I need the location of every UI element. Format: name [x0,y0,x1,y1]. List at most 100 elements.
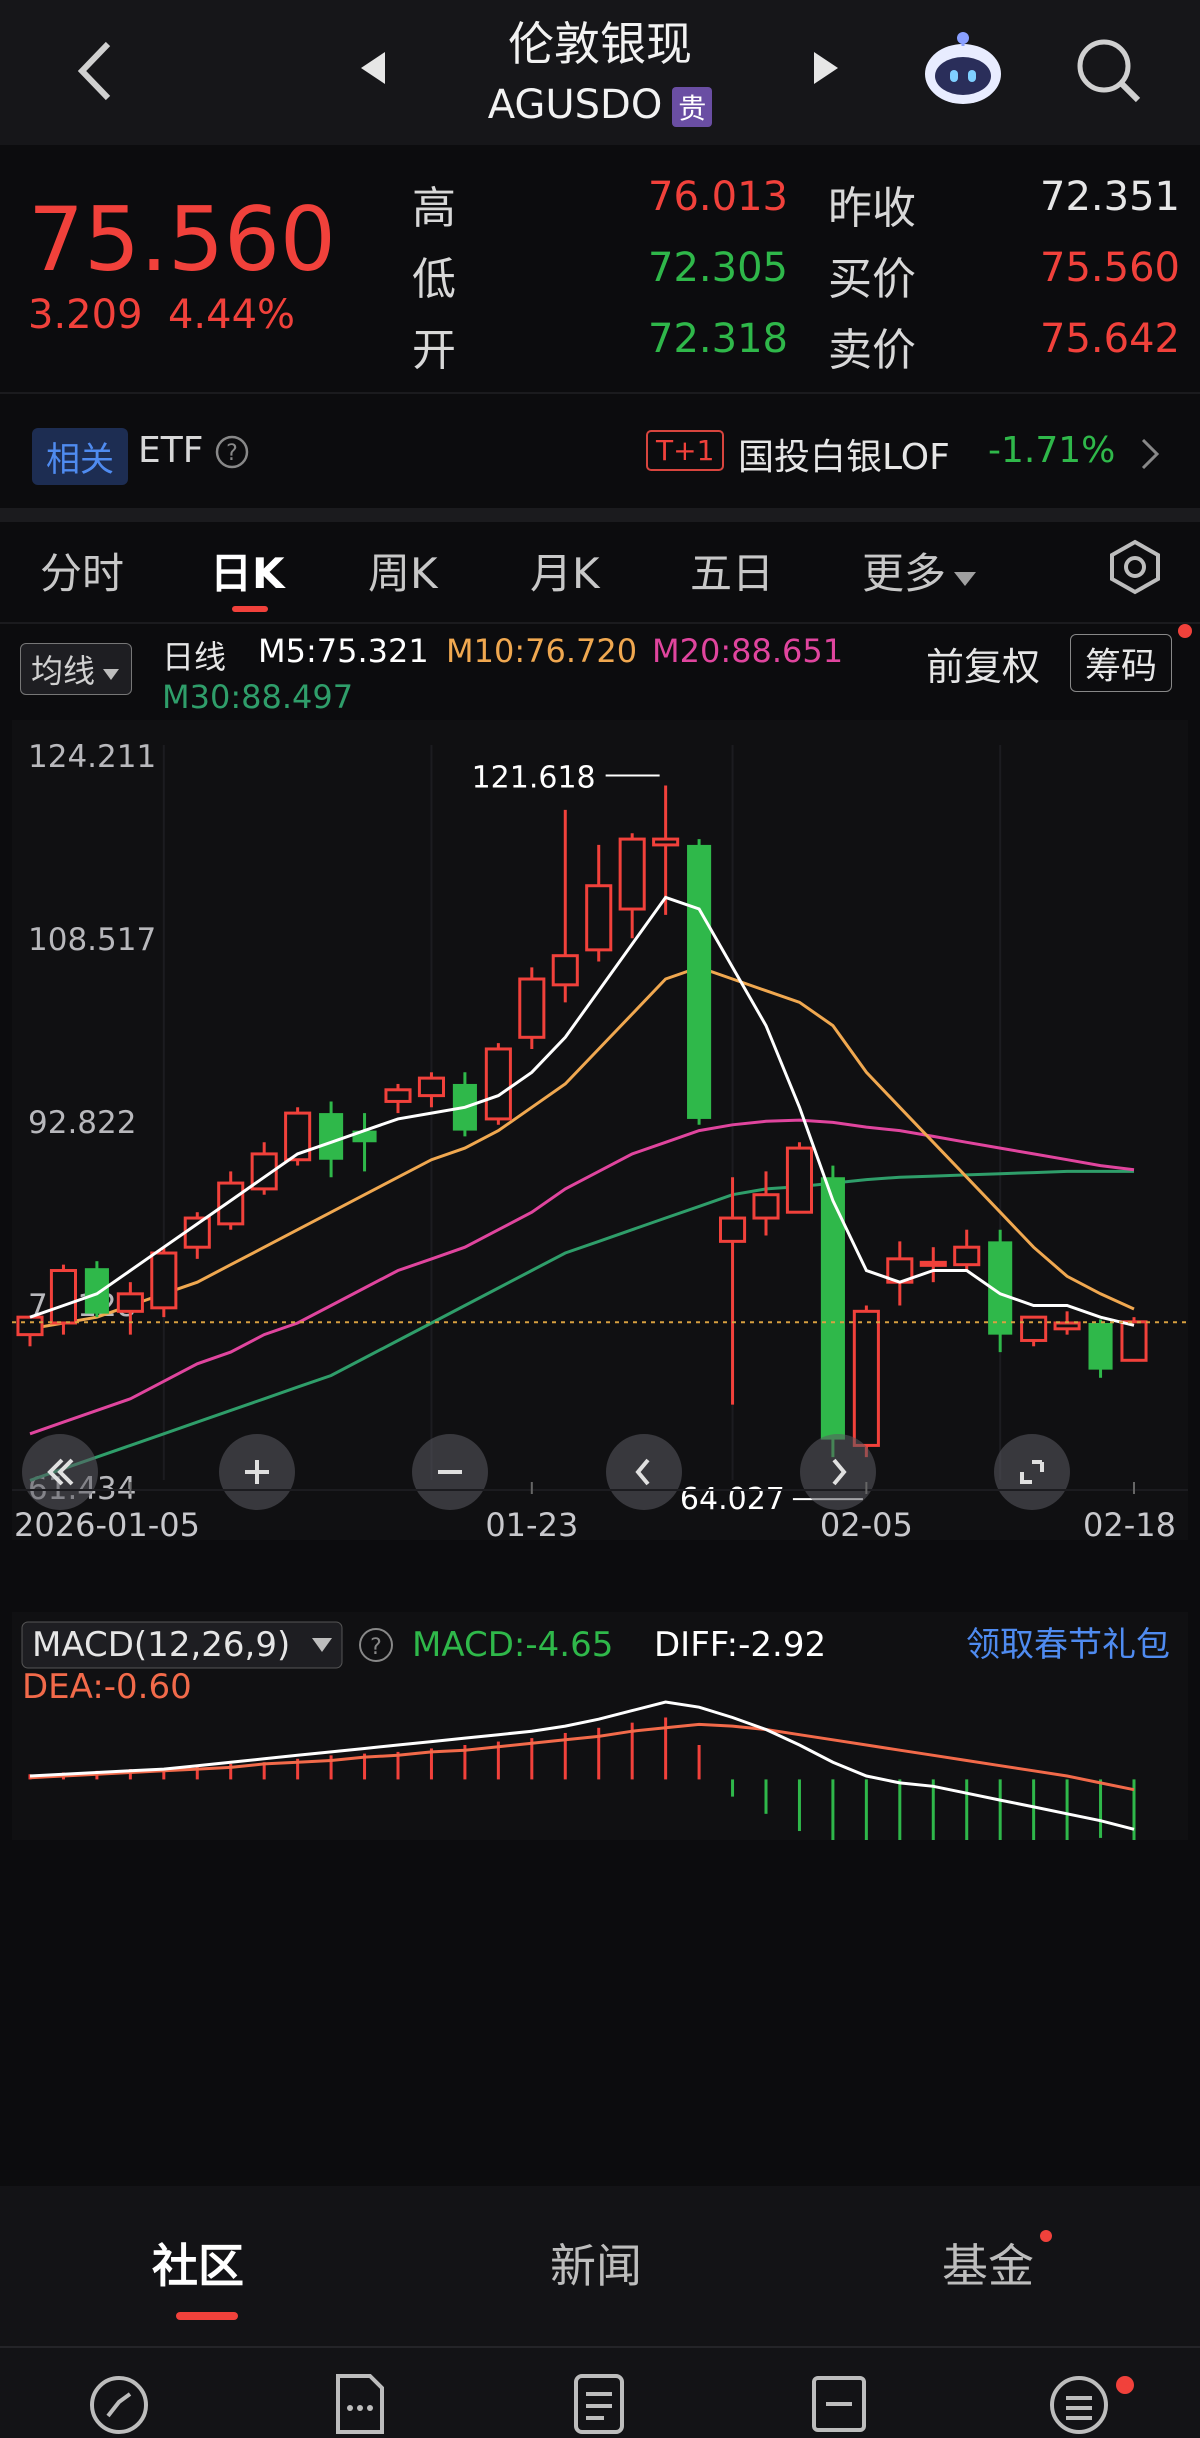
tab-monthly-k[interactable]: 月K [530,540,600,601]
chevron-right-icon[interactable] [1138,436,1162,472]
dea-value: DEA:-0.60 [22,1667,192,1707]
zoom-out-button[interactable] [412,1434,488,1510]
next-instrument-icon[interactable] [810,48,842,88]
x-tick-label: 02-05 [820,1506,913,1544]
macd-value: MACD:-4.65 [412,1625,613,1665]
candle-body [84,1268,109,1314]
scroll-right-button-bg [800,1434,876,1510]
candle-body [49,1269,77,1325]
instrument-symbol-row: AGUSDO 贵 [0,82,1200,128]
y-tick-label: 92.822 [28,1105,136,1141]
low-value: 72.305 [648,245,788,291]
ma-selector-label: 均线 [31,652,96,690]
scroll-left-button[interactable] [606,1434,682,1510]
candle-body [484,1047,512,1121]
change-percent: 4.44% [167,292,296,338]
notification-dot [1040,2230,1052,2242]
ma30-value: M30:88.497 [162,678,354,716]
box-icon[interactable] [806,2370,872,2436]
ask-label: 卖价 [828,325,916,376]
macd-selector-label: MACD(12,26,9) [32,1625,290,1665]
dropdown-triangle-icon [954,572,977,586]
market-icon[interactable] [86,2372,152,2438]
divider [0,622,1200,624]
etf-label[interactable]: ETF [138,430,203,471]
tab-daily-k[interactable]: 日K [210,540,285,601]
bid-label: 买价 [828,254,916,305]
candle-body [585,884,613,952]
tab-more[interactable]: 更多 [862,540,978,601]
prev-close-value: 72.351 [1040,174,1180,220]
candle-body [752,1193,780,1220]
high-value: 76.013 [648,174,788,220]
svg-text:?: ? [226,441,238,466]
candle-body [518,977,546,1039]
candle-body [116,1292,144,1313]
tab-five-day[interactable]: 五日 [690,540,774,601]
menu-icon[interactable] [1046,2370,1112,2436]
tab-time-share[interactable]: 分时 [40,540,124,601]
tab-weekly-k[interactable]: 周K [368,540,438,601]
document-icon[interactable] [326,2370,392,2436]
last-price: 75.560 [28,188,336,291]
candle-body [687,844,712,1119]
low-label: 低 [412,254,456,305]
candle-body [652,837,680,847]
news-icon[interactable] [566,2370,632,2436]
change-amount: 3.209 [28,292,143,338]
candlestick-chart[interactable]: 124.211108.51792.82277.12861.434121.6186… [12,720,1188,2170]
candle-body [417,1076,445,1098]
help-icon[interactable]: ? [214,434,250,470]
fullscreen-button[interactable] [994,1434,1070,1510]
ma-selector[interactable]: 均线 [20,643,133,695]
prev-close-label: 昨收 [828,183,916,234]
precious-metal-badge: 贵 [672,87,713,127]
scroll-start-button[interactable] [22,1434,98,1510]
robot-icon[interactable] [920,30,1006,110]
candle-body [1020,1315,1048,1342]
candle-body [719,1216,747,1243]
candle-body [919,1260,947,1267]
divider [0,2346,1200,2348]
ma10-value: M10:76.720 [446,632,638,670]
candle-body [785,1146,813,1214]
top-header: 伦敦银现 AGUSDO 贵 [0,0,1200,145]
period-label: 日线 [162,638,227,676]
y-tick-label: 108.517 [28,922,156,958]
ask-value: 75.642 [1040,316,1180,362]
open-value: 72.318 [648,316,788,362]
t1-badge: T+1 [646,430,725,471]
related-fund-name[interactable]: 国投白银LOF [738,428,950,480]
min-price-label: 64.027 [680,1482,785,1517]
kline-svg: 124.211108.51792.82277.12861.434121.6186… [12,720,1188,2170]
active-tab-indicator [232,606,268,612]
candle-body [1088,1322,1113,1370]
candle-body [16,1315,44,1337]
zoom-in-button[interactable] [219,1434,295,1510]
search-icon[interactable] [1072,34,1146,108]
bid-value: 75.560 [1040,245,1180,291]
y-tick-label: 124.211 [28,739,156,775]
candle-body [618,837,646,911]
x-tick-label: 01-23 [485,1506,578,1544]
active-bottom-tab-indicator [176,2312,238,2320]
high-label: 高 [412,183,456,234]
settings-hexagon-icon[interactable] [1106,538,1164,596]
candle-body [953,1245,981,1267]
bottom-tab-news[interactable]: 新闻 [550,2230,642,2296]
price-change: 3.209 4.44% [28,292,295,338]
chips-button[interactable]: 筹码 [1070,634,1173,692]
bottom-tab-community[interactable]: 社区 [152,2230,244,2296]
open-label: 开 [412,325,456,376]
main-panel-bg [12,720,1188,1540]
bottom-tab-fund[interactable]: 基金 [942,2230,1034,2296]
candle-body [1120,1320,1148,1362]
divider [0,392,1200,394]
adjust-mode[interactable]: 前复权 [926,636,1040,691]
candle-body [1053,1321,1081,1331]
scroll-left-button-bg [606,1434,682,1510]
related-tag: 相关 [32,428,128,485]
scroll-right-button[interactable] [800,1434,876,1510]
instrument-symbol: AGUSDO [487,82,663,128]
help-icon-glyph: ? [370,1635,382,1660]
